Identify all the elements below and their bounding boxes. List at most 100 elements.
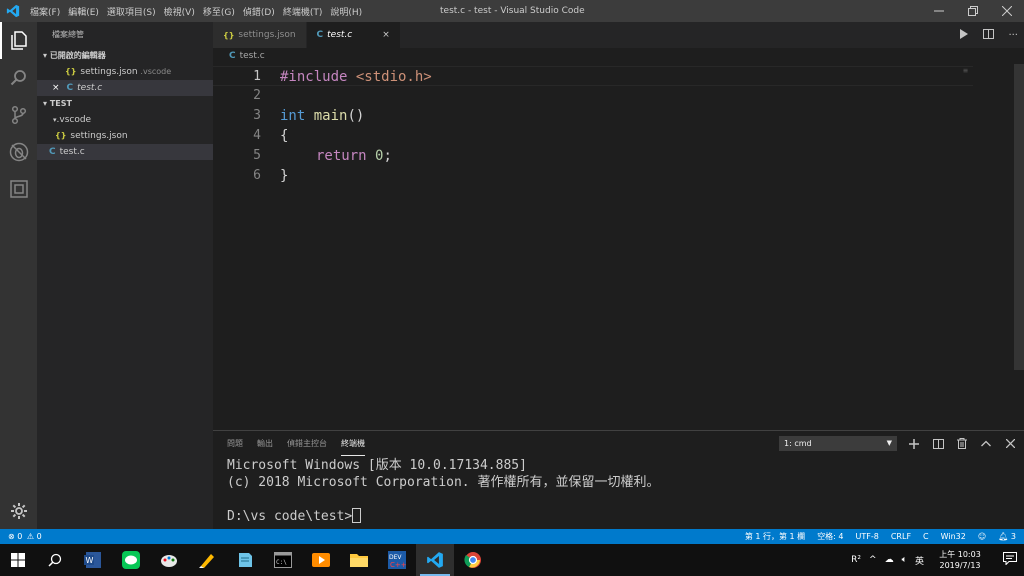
split-editor-icon[interactable] xyxy=(983,28,995,42)
menu-debug[interactable]: 偵錯(D) xyxy=(239,5,279,18)
panel-tab-terminal[interactable]: 終端機 xyxy=(341,431,365,456)
line-number: 2 xyxy=(253,88,261,103)
terminal-line: Microsoft Windows [版本 10.0.17134.885] xyxy=(227,458,527,473)
chevron-down-icon: ▾ xyxy=(43,51,50,60)
panel-tab-problems[interactable]: 問題 xyxy=(227,431,243,456)
code-line: 6 } xyxy=(213,166,973,186)
language-status[interactable]: C xyxy=(923,532,929,541)
media-player-icon[interactable] xyxy=(302,544,340,576)
menu-edit[interactable]: 編輯(E) xyxy=(64,5,103,18)
run-icon[interactable] xyxy=(959,28,969,42)
volume-icon[interactable]: 🔈︎ xyxy=(902,555,907,565)
tree-item-settings-json[interactable]: {} settings.json xyxy=(37,128,213,144)
dropdown-arrow-icon: ▼ xyxy=(886,439,892,447)
windows-start-icon[interactable] xyxy=(0,544,36,576)
menu-terminal[interactable]: 終端機(T) xyxy=(279,5,327,18)
tree-item-vscode-folder[interactable]: ▾.vscode xyxy=(37,112,213,128)
minimize-button[interactable] xyxy=(922,0,956,22)
menu-help[interactable]: 說明(H) xyxy=(326,5,366,18)
open-editors-header[interactable]: ▾ 已開啟的編輯器 xyxy=(37,48,213,64)
indentation-status[interactable]: 空格: 4 xyxy=(817,531,843,542)
encoding-status[interactable]: UTF-8 xyxy=(856,532,879,541)
code-line: 1 #include <stdio.h> xyxy=(213,66,973,86)
svg-text:W: W xyxy=(86,556,94,565)
tab-settings-json[interactable]: {} settings.json xyxy=(213,22,307,48)
cmd-app-icon[interactable]: C:\ xyxy=(264,544,302,576)
input-method-indicator[interactable]: 英 xyxy=(915,554,924,567)
onedrive-cloud-icon[interactable]: ☁ xyxy=(885,555,894,565)
code-editor[interactable]: ≡ 1 #include <stdio.h> 2 3 int main() 4 … xyxy=(213,64,1024,430)
taskbar-search-icon[interactable] xyxy=(36,544,74,576)
panel-tab-debug-console[interactable]: 偵錯主控台 xyxy=(287,431,327,456)
open-editor-test-c[interactable]: × Ctest.c xyxy=(37,80,213,96)
settings-gear-icon[interactable] xyxy=(0,492,37,529)
file-explorer-icon[interactable] xyxy=(340,544,378,576)
search-icon[interactable] xyxy=(0,59,37,96)
window-title: test.c - test - Visual Studio Code xyxy=(440,6,585,16)
platform-status[interactable]: Win32 xyxy=(941,532,966,541)
menu-selection[interactable]: 選取項目(S) xyxy=(103,5,160,18)
menu-file[interactable]: 檔案(F) xyxy=(26,5,64,18)
line-number: 3 xyxy=(253,108,261,123)
c-file-icon: C xyxy=(229,51,236,61)
show-hidden-icons-chevron-icon[interactable]: ^ xyxy=(869,555,877,565)
devcpp-app-icon[interactable]: DEV C++ xyxy=(378,544,416,576)
source-control-icon[interactable] xyxy=(0,96,37,133)
c-file-icon: C xyxy=(49,147,56,157)
tree-item-test-c[interactable]: Ctest.c xyxy=(37,144,213,160)
eol-status[interactable]: CRLF xyxy=(891,532,911,541)
split-terminal-icon[interactable] xyxy=(931,437,945,451)
menu-bar: 檔案(F) 編輯(E) 選取項目(S) 檢視(V) 移至(G) 偵錯(D) 終端… xyxy=(26,0,366,22)
debug-icon[interactable] xyxy=(0,133,37,170)
tab-bar: {} settings.json Ctest.c × ··· xyxy=(213,22,1024,48)
action-center-icon[interactable] xyxy=(996,552,1024,568)
line-app-icon[interactable] xyxy=(112,544,150,576)
cursor-position-status[interactable]: 第 1 行，第 1 欄 xyxy=(745,531,805,542)
chevron-down-icon: ▾ xyxy=(43,99,50,108)
code-line: 4 { xyxy=(213,126,973,146)
tab-close-icon[interactable]: × xyxy=(382,30,390,40)
terminal-output[interactable]: Microsoft Windows [版本 10.0.17134.885] (c)… xyxy=(227,457,659,525)
code-line: 5 return 0; xyxy=(213,146,973,166)
more-actions-icon[interactable]: ··· xyxy=(1008,30,1018,41)
people-icon[interactable]: R² xyxy=(851,555,861,565)
tab-test-c[interactable]: Ctest.c × xyxy=(306,22,401,48)
editor-area: {} settings.json Ctest.c × ··· Ctest.c ≡ … xyxy=(213,22,1024,430)
line-number: 5 xyxy=(253,148,261,163)
extensions-icon[interactable] xyxy=(0,170,37,207)
activity-bar xyxy=(0,22,37,529)
clock[interactable]: 上午 10:03 2019/7/13 xyxy=(932,549,988,571)
terminal-select[interactable]: 1: cmd ▼ xyxy=(779,436,897,451)
close-window-button[interactable] xyxy=(990,0,1024,22)
json-file-icon: {} xyxy=(223,30,235,40)
menu-view[interactable]: 檢視(V) xyxy=(160,5,199,18)
close-icon[interactable]: × xyxy=(52,83,60,93)
feedback-smiley-icon[interactable]: ☺ xyxy=(978,532,986,541)
explorer-icon[interactable] xyxy=(0,22,37,59)
notifications-status[interactable]: 🔔︎ 3 xyxy=(998,532,1016,541)
close-panel-icon[interactable] xyxy=(1003,437,1017,451)
maximize-panel-icon[interactable] xyxy=(979,437,993,451)
trash-icon[interactable] xyxy=(955,437,969,451)
line-number: 4 xyxy=(253,128,261,143)
menu-go[interactable]: 移至(G) xyxy=(199,5,239,18)
status-bar: ⊗ 0 ⚠ 0 第 1 行，第 1 欄 空格: 4 UTF-8 CRLF C W… xyxy=(0,529,1024,544)
error-icon: ⊗ xyxy=(8,532,15,541)
svg-text:C++: C++ xyxy=(390,561,406,569)
editor-scrollbar[interactable] xyxy=(1014,64,1024,370)
word-app-icon[interactable]: W xyxy=(74,544,112,576)
json-file-icon: {} xyxy=(55,131,67,140)
chrome-app-icon[interactable] xyxy=(454,544,492,576)
vscode-taskbar-icon[interactable] xyxy=(416,544,454,576)
open-editor-settings-json[interactable]: {} settings.json .vscode xyxy=(37,64,213,80)
paint3d-app-icon[interactable] xyxy=(188,544,226,576)
paint-app-icon[interactable] xyxy=(150,544,188,576)
breadcrumb[interactable]: Ctest.c xyxy=(213,48,1024,64)
restore-button[interactable] xyxy=(956,0,990,22)
panel-tab-output[interactable]: 輸出 xyxy=(257,431,273,456)
folder-header-test[interactable]: ▾ TEST xyxy=(37,96,213,112)
line-number: 6 xyxy=(253,168,261,183)
notepad-app-icon[interactable] xyxy=(226,544,264,576)
problems-status[interactable]: ⊗ 0 ⚠ 0 xyxy=(8,529,42,544)
new-terminal-icon[interactable] xyxy=(907,437,921,451)
